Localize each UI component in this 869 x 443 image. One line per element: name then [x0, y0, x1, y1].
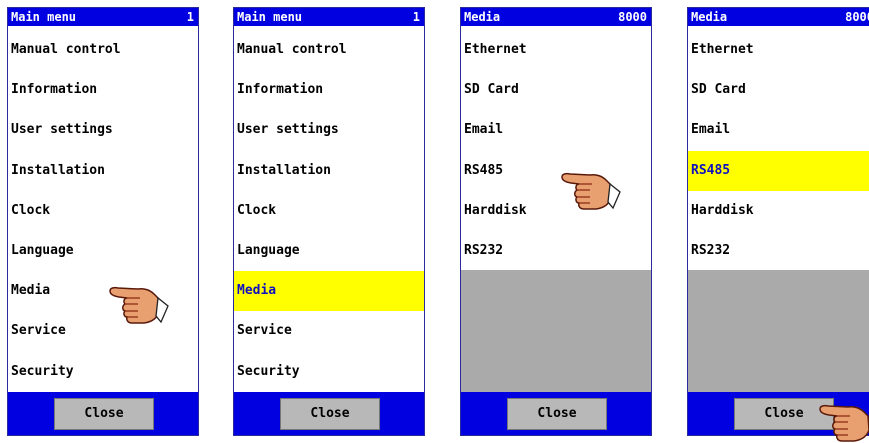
- footer-bar: Close: [234, 392, 424, 435]
- menu-screen-media-2: Media 8000 Ethernet SD Card Email RS485 …: [687, 7, 869, 436]
- screen-number: 8000: [845, 10, 869, 24]
- menu-item-user-settings[interactable]: User settings: [234, 110, 424, 150]
- close-button[interactable]: Close: [280, 398, 380, 430]
- menu-item-harddisk[interactable]: Harddisk: [688, 191, 869, 231]
- menu-item-information[interactable]: Information: [8, 70, 198, 110]
- title-bar: Media 8000: [688, 8, 869, 26]
- screen-title: Media: [691, 10, 728, 24]
- menu-item-ethernet[interactable]: Ethernet: [461, 30, 651, 70]
- menu-item-sd-card[interactable]: SD Card: [461, 70, 651, 110]
- menu-item-harddisk[interactable]: Harddisk: [461, 191, 651, 231]
- menu-screen-media-1: Media 8000 Ethernet SD Card Email RS485 …: [460, 7, 652, 436]
- menu-item-installation[interactable]: Installation: [8, 151, 198, 191]
- menu-item-rs232[interactable]: RS232: [461, 231, 651, 271]
- menu-item-email[interactable]: Email: [688, 110, 869, 150]
- menu-item-media-selected[interactable]: Media: [234, 271, 424, 312]
- menu-item-language[interactable]: Language: [234, 231, 424, 271]
- menu-item-installation[interactable]: Installation: [234, 151, 424, 191]
- footer-bar: Close: [8, 392, 198, 435]
- close-button[interactable]: Close: [507, 398, 607, 430]
- menu-item-manual-control[interactable]: Manual control: [234, 30, 424, 70]
- menu-list: Ethernet SD Card Email RS485 Harddisk RS…: [688, 30, 869, 271]
- menu-item-language[interactable]: Language: [8, 231, 198, 271]
- footer-bar: Close: [461, 392, 651, 435]
- screen-title: Main menu: [237, 10, 303, 24]
- title-bar: Media 8000: [461, 8, 651, 26]
- menu-screen-main-1: Main menu 1 Manual control Information U…: [7, 7, 199, 436]
- menu-list: Ethernet SD Card Email RS485 Harddisk RS…: [461, 30, 651, 271]
- menu-screen-main-2: Main menu 1 Manual control Information U…: [233, 7, 425, 436]
- screen-title: Main menu: [11, 10, 77, 24]
- menu-item-ethernet[interactable]: Ethernet: [688, 30, 869, 70]
- pointing-hand-icon: [561, 172, 621, 210]
- title-bar: Main menu 1: [8, 8, 198, 26]
- title-bar: Main menu 1: [234, 8, 424, 26]
- pointing-hand-icon: [819, 404, 869, 442]
- screen-number: 8000: [618, 10, 647, 24]
- menu-item-rs485-selected[interactable]: RS485: [688, 150, 869, 191]
- screen-number: 1: [412, 10, 420, 24]
- menu-item-user-settings[interactable]: User settings: [8, 110, 198, 150]
- menu-item-clock[interactable]: Clock: [8, 191, 198, 231]
- screen-number: 1: [186, 10, 194, 24]
- menu-list: Manual control Information User settings…: [234, 30, 424, 392]
- menu-item-security[interactable]: Security: [8, 352, 198, 392]
- menu-item-clock[interactable]: Clock: [234, 191, 424, 231]
- menu-item-service[interactable]: Service: [234, 311, 424, 351]
- menu-item-information[interactable]: Information: [234, 70, 424, 110]
- menu-item-manual-control[interactable]: Manual control: [8, 30, 198, 70]
- empty-list-area: [688, 270, 869, 392]
- menu-item-email[interactable]: Email: [461, 110, 651, 150]
- pointing-hand-icon: [109, 286, 169, 324]
- close-button[interactable]: Close: [54, 398, 154, 430]
- menu-item-rs485[interactable]: RS485: [461, 151, 651, 191]
- menu-list: Manual control Information User settings…: [8, 30, 198, 392]
- empty-list-area: [461, 270, 651, 392]
- menu-item-security[interactable]: Security: [234, 352, 424, 392]
- screen-title: Media: [464, 10, 501, 24]
- menu-item-sd-card[interactable]: SD Card: [688, 70, 869, 110]
- menu-item-rs232[interactable]: RS232: [688, 231, 869, 271]
